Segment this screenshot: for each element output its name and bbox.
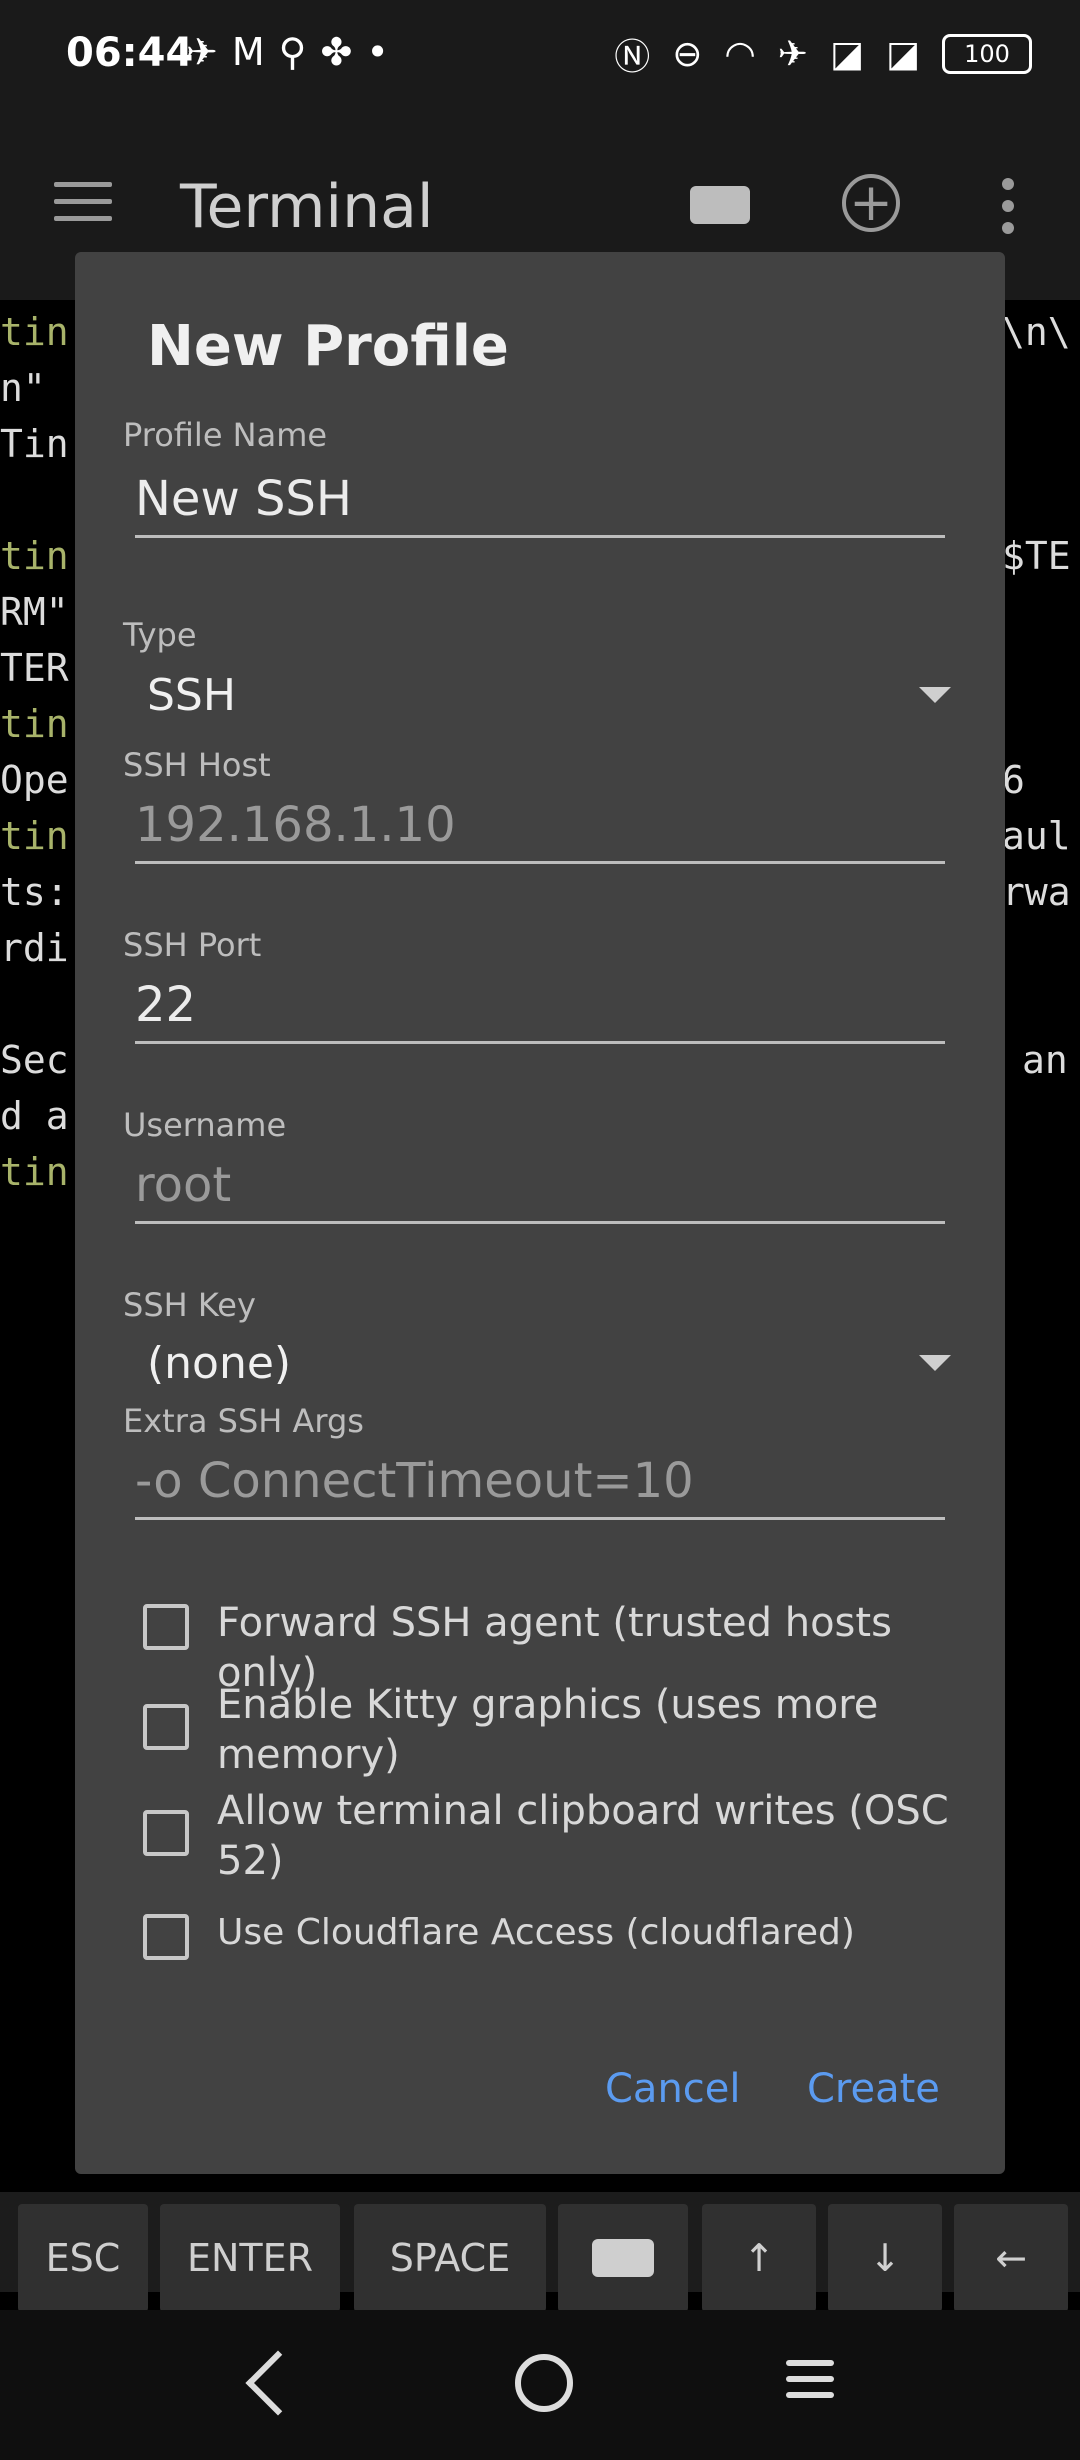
keyboard-toggle-key[interactable] xyxy=(558,2204,688,2312)
terminal-line-right: an xyxy=(1022,1038,1068,1082)
gmail-icon: M xyxy=(231,30,265,74)
terminal-line: d a xyxy=(0,1094,69,1138)
add-session-icon[interactable]: + xyxy=(842,174,900,232)
terminal-line: tin xyxy=(0,310,69,354)
wifi-icon: ◠ xyxy=(724,33,756,75)
checkbox-icon[interactable] xyxy=(143,1810,189,1856)
extra-ssh-args-label: Extra SSH Args xyxy=(123,1402,364,1440)
telegram-icon: ✈ xyxy=(186,30,218,74)
checkbox-label: Use Cloudflare Access (cloudflared) xyxy=(217,1912,855,1953)
terminal-line: ts: xyxy=(0,870,69,914)
no-sim-icon: ◪ xyxy=(885,33,920,75)
terminal-line-right: aul xyxy=(1002,814,1071,858)
checkbox-icon[interactable] xyxy=(143,1704,189,1750)
type-select-value: SSH xyxy=(147,669,236,721)
terminal-line: Tin xyxy=(0,422,69,466)
usb-icon: ⚲ xyxy=(278,30,307,74)
home-icon[interactable] xyxy=(515,2354,573,2412)
type-select[interactable]: SSH xyxy=(147,660,951,730)
terminal-line: tin xyxy=(0,534,69,578)
terminal-line: Ope xyxy=(0,758,69,802)
checkbox-icon[interactable] xyxy=(143,1914,189,1960)
esc-key[interactable]: ESC xyxy=(18,2204,148,2312)
ssh-key-select[interactable]: (none) xyxy=(147,1328,951,1398)
extra-keys-row: ESC ENTER SPACE ↑ ↓ ← xyxy=(0,2192,1080,2312)
dropdown-arrow-icon xyxy=(919,1355,951,1371)
cloudflare-access-checkbox[interactable]: Use Cloudflare Access (cloudflared) xyxy=(143,1908,993,1960)
ssh-key-label: SSH Key xyxy=(123,1286,256,1324)
ssh-key-select-value: (none) xyxy=(147,1337,292,1389)
airplane-icon: ✈ xyxy=(777,33,808,75)
left-arrow-key[interactable]: ← xyxy=(954,2204,1068,2312)
app-title: Terminal xyxy=(180,172,434,242)
terminal-line: rdi xyxy=(0,926,69,970)
more-options-icon[interactable] xyxy=(1002,178,1014,244)
ssh-host-input[interactable]: 192.168.1.10 xyxy=(135,790,945,864)
type-label: Type xyxy=(123,616,197,654)
cancel-button[interactable]: Cancel xyxy=(605,2066,741,2112)
up-arrow-key[interactable]: ↑ xyxy=(702,2204,816,2312)
status-bar: 06:44 ✈ M ⚲ ✤ • Ⓝ ⊖ ◠ ✈ ◪ ◪ 100 xyxy=(0,0,1080,110)
fan-icon: ✤ xyxy=(320,30,353,74)
terminal-line: tin xyxy=(0,702,69,746)
enter-key[interactable]: ENTER xyxy=(160,2204,340,2312)
extra-ssh-args-input[interactable]: -o ConnectTimeout=10 xyxy=(135,1446,945,1520)
terminal-line: Sec xyxy=(0,1038,69,1082)
dropdown-arrow-icon xyxy=(919,687,951,703)
terminal-line-right: $TE xyxy=(1002,534,1071,578)
checkbox-label: Allow terminal clipboard writes (OSC 52) xyxy=(217,1788,949,1884)
battery-icon: 100 xyxy=(942,34,1032,74)
terminal-line: RM" xyxy=(0,590,69,634)
terminal-line: TER xyxy=(0,646,69,690)
create-button[interactable]: Create xyxy=(807,2066,940,2112)
status-time: 06:44 xyxy=(66,30,194,76)
terminal-line: tin xyxy=(0,814,69,858)
nfc-icon: Ⓝ xyxy=(614,37,651,78)
terminal-line: n" xyxy=(0,366,46,410)
dialog-title: New Profile xyxy=(147,314,509,379)
recents-icon[interactable] xyxy=(786,2360,834,2408)
keyboard-icon[interactable] xyxy=(690,186,750,224)
checkbox-label: Enable Kitty graphics (uses more memory) xyxy=(217,1682,879,1778)
status-right-icons: Ⓝ ⊖ ◠ ✈ ◪ ◪ 100 xyxy=(614,28,1032,80)
dnd-icon: ⊖ xyxy=(672,33,703,75)
ssh-port-input[interactable]: 22 xyxy=(135,970,945,1044)
keyboard-icon xyxy=(592,2239,654,2277)
down-arrow-key[interactable]: ↓ xyxy=(828,2204,942,2312)
ssh-port-label: SSH Port xyxy=(123,926,262,964)
hamburger-menu-icon[interactable] xyxy=(54,182,112,224)
clipboard-writes-checkbox[interactable]: Allow terminal clipboard writes (OSC 52) xyxy=(143,1786,993,1886)
terminal-line: tin xyxy=(0,1150,69,1194)
dot-icon: • xyxy=(366,30,389,74)
checkbox-icon[interactable] xyxy=(143,1604,189,1650)
terminal-line-right: \n\ xyxy=(1002,310,1071,354)
username-input[interactable]: root xyxy=(135,1150,945,1224)
new-profile-dialog: New Profile Profile Name New SSH Type SS… xyxy=(75,252,1005,2174)
ssh-host-label: SSH Host xyxy=(123,746,271,784)
username-label: Username xyxy=(123,1106,287,1144)
back-icon[interactable] xyxy=(245,2350,311,2416)
profile-name-input[interactable]: New SSH xyxy=(135,464,945,538)
system-nav-bar xyxy=(0,2310,1080,2460)
status-left-icons: ✈ M ⚲ ✤ • xyxy=(186,30,389,74)
terminal-line-right: 6 xyxy=(1002,758,1025,802)
space-key[interactable]: SPACE xyxy=(354,2204,546,2312)
kitty-graphics-checkbox[interactable]: Enable Kitty graphics (uses more memory) xyxy=(143,1680,993,1780)
battery-level: 100 xyxy=(964,40,1010,68)
no-sim-icon: ◪ xyxy=(829,33,864,75)
terminal-line-right: rwa xyxy=(1002,870,1071,914)
profile-name-label: Profile Name xyxy=(123,416,328,454)
